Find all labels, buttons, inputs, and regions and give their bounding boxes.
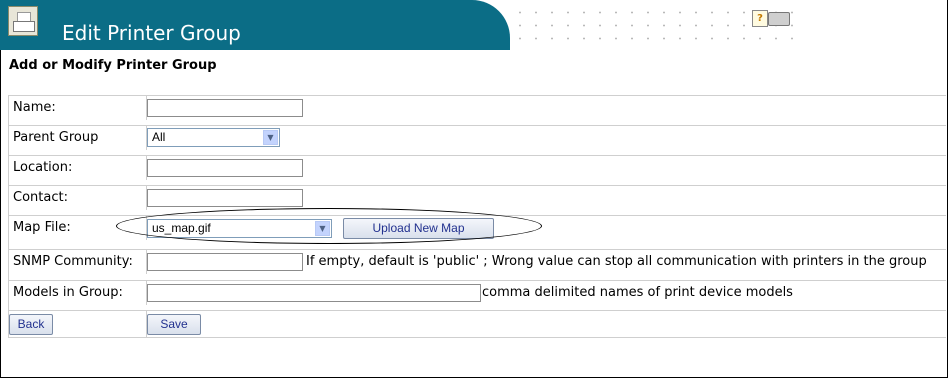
snmp-note: If empty, default is 'public' ; Wrong va…	[306, 254, 927, 269]
snmp-label: SNMP Community:	[13, 254, 133, 269]
table-bottom-rule	[8, 337, 946, 338]
models-label: Models in Group:	[13, 285, 123, 300]
name-input[interactable]	[147, 99, 303, 117]
save-button[interactable]: Save	[147, 314, 201, 335]
snmp-input[interactable]	[147, 253, 303, 271]
models-row: Models in Group: comma delimited names o…	[8, 280, 946, 305]
help-icon[interactable]: ?	[752, 10, 768, 27]
map-file-select[interactable]: us_map.gif ▼	[147, 219, 332, 238]
map-file-label: Map File:	[13, 220, 71, 235]
back-button[interactable]: Back	[9, 314, 53, 335]
contact-label: Contact:	[13, 190, 68, 205]
map-file-value: us_map.gif	[152, 221, 211, 235]
header-banner: Edit Printer Group	[0, 0, 510, 50]
printer-group-icon	[8, 6, 38, 36]
page-title: Edit Printer Group	[62, 21, 241, 45]
table-left-rule	[8, 95, 9, 337]
actions-row: Back Save	[8, 310, 946, 337]
models-input[interactable]	[147, 284, 481, 302]
location-row: Location:	[8, 155, 946, 180]
form-subtitle: Add or Modify Printer Group	[9, 58, 217, 73]
header-tools: ?	[752, 8, 794, 28]
printer-icon[interactable]	[768, 12, 790, 26]
contact-row: Contact:	[8, 185, 946, 210]
name-label: Name:	[13, 100, 56, 115]
parent-group-value: All	[152, 130, 166, 144]
name-row: Name:	[8, 95, 946, 120]
snmp-row: SNMP Community: If empty, default is 'pu…	[8, 249, 946, 274]
parent-group-label: Parent Group	[13, 130, 99, 145]
location-label: Location:	[13, 160, 73, 175]
upload-new-map-button[interactable]: Upload New Map	[343, 218, 494, 239]
chevron-down-icon[interactable]: ▼	[315, 221, 330, 236]
location-input[interactable]	[147, 159, 303, 177]
map-file-row: Map File: us_map.gif ▼ Upload New Map	[8, 215, 946, 240]
parent-group-row: Parent Group All ▼	[8, 125, 946, 150]
parent-group-select[interactable]: All ▼	[147, 128, 280, 147]
contact-input[interactable]	[147, 189, 303, 207]
chevron-down-icon[interactable]: ▼	[263, 130, 278, 145]
models-note: comma delimited names of print device mo…	[482, 285, 793, 300]
